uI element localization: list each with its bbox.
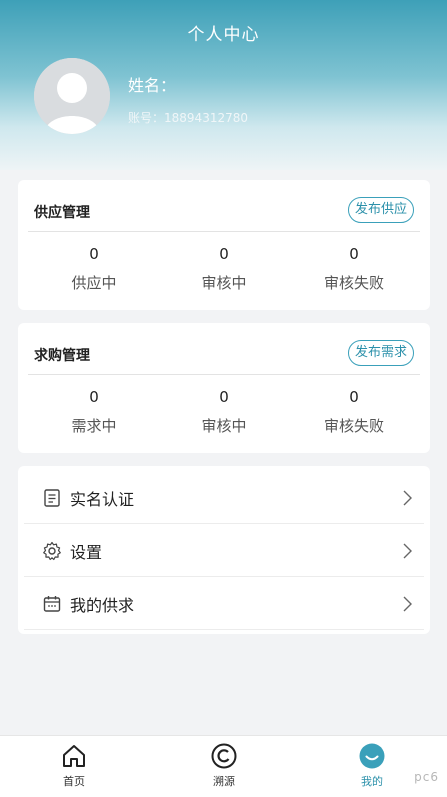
stat-reviewing[interactable]: 0 审核中 (164, 385, 284, 436)
supply-title: 供应管理 (34, 205, 90, 221)
chevron-right-icon (403, 543, 412, 559)
publish-supply-button[interactable]: 发布供应 (347, 197, 414, 223)
document-icon (44, 489, 60, 507)
tab-label: 我的 (361, 775, 383, 788)
stat-value: 0 (349, 245, 359, 263)
divider (28, 374, 420, 375)
publish-demand-button[interactable]: 发布需求 (347, 340, 414, 366)
stat-reviewing[interactable]: 0 审核中 (164, 242, 284, 293)
tab-mine[interactable]: 我的 (332, 742, 412, 789)
gear-icon (43, 541, 61, 561)
demand-card: 求购管理 发布需求 0 需求中 0 审核中 0 审核失败 (18, 323, 430, 453)
menu-item-my-supply-demand[interactable]: 我的供求 (24, 578, 424, 630)
tab-trace[interactable]: 溯源 (184, 742, 264, 789)
menu-item-label: 我的供求 (70, 596, 135, 615)
account-label: 账号： (128, 111, 165, 125)
stat-value: 0 (219, 388, 229, 406)
user-avatar-icon (34, 58, 110, 134)
divider (28, 231, 420, 232)
stat-demanding[interactable]: 0 需求中 (34, 385, 154, 436)
tab-label: 首页 (63, 775, 85, 788)
menu-item-label: 设置 (70, 543, 103, 562)
home-icon (63, 745, 85, 767)
avatar[interactable] (34, 58, 110, 134)
profile-header: 个人中心 姓名： 账号：18894312780 (0, 0, 447, 170)
user-account: 账号：18894312780 (128, 109, 248, 126)
stat-value: 0 (219, 245, 229, 263)
stat-review-failed[interactable]: 0 审核失败 (294, 242, 414, 293)
user-name: 姓名： (128, 76, 177, 95)
demand-title: 求购管理 (34, 348, 90, 364)
stat-review-failed[interactable]: 0 审核失败 (294, 385, 414, 436)
stat-label: 审核中 (201, 274, 247, 292)
menu-item-settings[interactable]: 设置 (24, 525, 424, 577)
stat-label: 需求中 (71, 417, 117, 435)
menu-item-label: 实名认证 (70, 490, 135, 509)
stat-value: 0 (349, 388, 359, 406)
stat-label: 审核中 (201, 417, 247, 435)
smile-icon (359, 743, 385, 769)
stat-label: 审核失败 (323, 274, 384, 292)
page-title: 个人中心 (187, 25, 260, 45)
calendar-icon (43, 596, 61, 612)
bottom-tab-bar: 首页 溯源 我的 (0, 735, 447, 797)
tab-home[interactable]: 首页 (34, 742, 114, 789)
account-value: 18894312780 (164, 111, 248, 125)
stat-value: 0 (89, 388, 99, 406)
tab-label: 溯源 (213, 775, 235, 788)
menu-item-real-name-auth[interactable]: 实名认证 (24, 472, 424, 524)
chevron-right-icon (403, 596, 412, 612)
stat-label: 审核失败 (323, 417, 384, 435)
trace-icon (211, 743, 237, 769)
watermark: pc6 (414, 770, 439, 784)
chevron-right-icon (403, 490, 412, 506)
stat-value: 0 (89, 245, 99, 263)
supply-card: 供应管理 发布供应 0 供应中 0 审核中 0 审核失败 (18, 180, 430, 310)
stat-label: 供应中 (71, 274, 117, 292)
settings-menu: 实名认证 设置 我的供求 (18, 466, 430, 634)
stat-supplying[interactable]: 0 供应中 (34, 242, 154, 293)
